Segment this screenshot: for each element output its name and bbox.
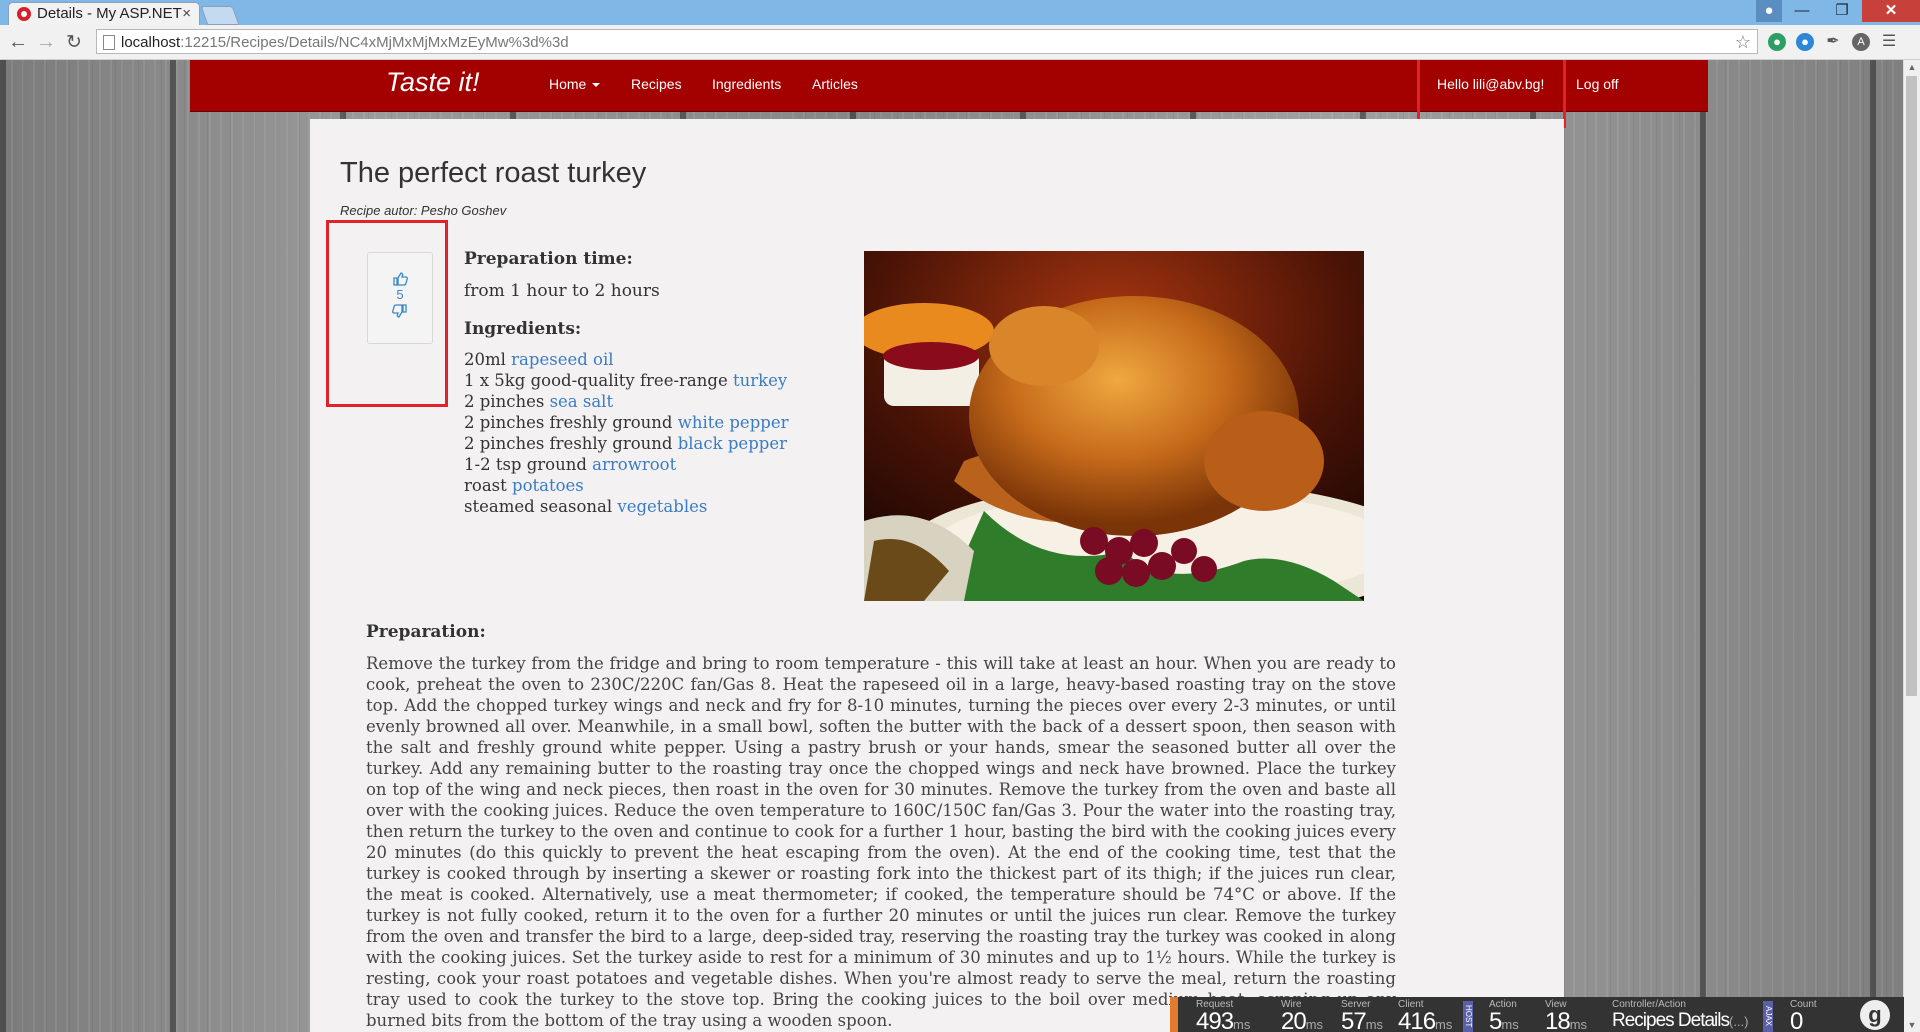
page-viewport: Taste it! Home Recipes Ingredients Artic… <box>0 60 1904 1032</box>
browser-toolbar: ← → ↻ localhost:12215/Recipes/Details/NC… <box>0 25 1920 60</box>
reload-icon[interactable]: ↻ <box>66 31 82 54</box>
glimpse-controller-label: Controller/Action <box>1612 999 1686 1010</box>
recipe-panel: The perfect roast turkey Recipe autor: P… <box>310 119 1564 1032</box>
glimpse-wire-value: 20 <box>1281 1008 1307 1032</box>
user-profile-icon[interactable]: ● <box>1756 0 1782 22</box>
greeting-highlight-box <box>1417 60 1566 128</box>
ingredient-item: 2 pinches freshly ground black pepper <box>464 433 834 454</box>
glimpse-controller-suffix: (...) <box>1729 1014 1749 1029</box>
recipe-photo <box>864 251 1364 601</box>
prep-time-value: from 1 hour to 2 hours <box>464 281 660 301</box>
ingredient-link[interactable]: turkey <box>733 371 787 390</box>
ingredient-item: roast potatoes <box>464 475 834 496</box>
ingredient-quantity: 2 pinches <box>464 392 550 411</box>
glimpse-view-value: 18 <box>1545 1008 1571 1032</box>
glimpse-action-value: 5 <box>1489 1008 1502 1032</box>
glimpse-action-unit: ms <box>1501 1017 1519 1032</box>
ingredient-link[interactable]: sea salt <box>550 392 614 411</box>
nav-articles[interactable]: Articles <box>812 76 858 92</box>
ingredient-link[interactable]: arrowroot <box>592 455 676 474</box>
glimpse-view-unit: ms <box>1569 1017 1588 1032</box>
ingredient-item: 2 pinches freshly ground white pepper <box>464 412 834 433</box>
prep-time-heading: Preparation time: <box>464 249 633 269</box>
preparation-text: Remove the turkey from the fridge and br… <box>366 654 1396 1030</box>
browser-tab[interactable]: Details - My ASP.NET × <box>8 2 200 25</box>
vote-highlight-box <box>326 220 448 407</box>
glimpse-client-unit: ms <box>1435 1017 1453 1032</box>
glimpse-accent <box>1170 997 1178 1032</box>
ingredient-link[interactable]: black pepper <box>678 434 787 453</box>
ingredient-link[interactable]: white pepper <box>678 413 789 432</box>
ingredient-quantity: steamed seasonal <box>464 497 618 516</box>
ingredient-quantity: 1 x 5kg good-quality free-range <box>464 371 733 390</box>
glimpse-host-tag: HOST <box>1463 1001 1473 1032</box>
recipe-author: Recipe autor: Pesho Goshev <box>340 203 507 218</box>
scroll-up-icon[interactable]: ▲ <box>1904 60 1920 74</box>
site-brand[interactable]: Taste it! <box>386 67 480 98</box>
glimpse-server-unit: ms <box>1365 1017 1384 1032</box>
glimpse-client-value: 416 <box>1398 1008 1436 1032</box>
bookmark-star-icon[interactable]: ☆ <box>1735 30 1751 55</box>
tab-title: Details - My ASP.NET <box>37 5 182 22</box>
address-bar[interactable]: localhost:12215/Recipes/Details/NC4xMjMx… <box>96 29 1758 54</box>
roast-turkey-image <box>864 251 1364 601</box>
browser-tabstrip: Details - My ASP.NET × ● — ❐ ✕ <box>0 0 1920 25</box>
ingredient-link[interactable]: vegetables <box>617 497 707 516</box>
glimpse-controller-value: Recipes Details <box>1612 1010 1730 1031</box>
ingredient-quantity: roast <box>464 476 513 495</box>
ingredients-list: 20ml rapeseed oil 1 x 5kg good-quality fr… <box>464 349 834 517</box>
minimize-icon[interactable]: — <box>1782 0 1822 22</box>
extension-eyedropper-icon[interactable]: ✒ <box>1824 33 1842 51</box>
nav-ingredients[interactable]: Ingredients <box>712 76 781 92</box>
close-window-icon[interactable]: ✕ <box>1862 0 1920 22</box>
scrollbar-thumb[interactable] <box>1906 76 1917 696</box>
ingredient-item: steamed seasonal vegetables <box>464 496 834 517</box>
glimpse-hud[interactable]: Request 493ms Wire 20ms Server 57ms Clie… <box>1170 997 1904 1032</box>
site-favicon-icon <box>17 7 31 21</box>
glimpse-ajax-tag: AJAX <box>1763 1001 1773 1032</box>
nav-logoff[interactable]: Log off <box>1576 76 1619 92</box>
back-icon[interactable]: ← <box>8 31 28 54</box>
ingredient-link[interactable]: potatoes <box>512 476 584 495</box>
ingredient-item: 1-2 tsp ground arrowroot <box>464 454 834 475</box>
preparation-heading: Preparation: <box>366 622 486 642</box>
extension-globe-icon[interactable]: ● <box>1768 33 1786 51</box>
nav-recipes[interactable]: Recipes <box>631 76 682 92</box>
new-tab-button[interactable] <box>200 6 240 25</box>
scroll-down-icon[interactable]: ▼ <box>1904 1018 1920 1032</box>
glimpse-wire-unit: ms <box>1305 1017 1324 1032</box>
glimpse-request-value: 493 <box>1196 1008 1234 1032</box>
url-host: localhost <box>121 34 181 51</box>
extension-angular-icon[interactable]: A <box>1852 33 1870 51</box>
menu-icon[interactable]: ☰ <box>1880 33 1898 51</box>
nav-home[interactable]: Home <box>549 76 601 92</box>
window-controls: ● — ❐ ✕ <box>1756 0 1920 25</box>
ingredient-quantity: 2 pinches freshly ground <box>464 413 678 432</box>
maximize-icon[interactable]: ❐ <box>1822 0 1862 22</box>
url-path: :12215/Recipes/Details/NC4xMjMxMjMxMzEyM… <box>180 34 569 51</box>
tab-close-icon[interactable]: × <box>182 3 191 25</box>
glimpse-count-value: 0 <box>1790 1008 1803 1032</box>
ingredient-item: 1 x 5kg good-quality free-range turkey <box>464 370 834 391</box>
recipe-title: The perfect roast turkey <box>340 157 647 189</box>
ingredient-item: 20ml rapeseed oil <box>464 349 834 370</box>
caret-down-icon <box>592 83 601 88</box>
ingredient-link[interactable]: rapeseed oil <box>511 350 613 369</box>
ingredient-item: 2 pinches sea salt <box>464 391 834 412</box>
ingredient-quantity: 2 pinches freshly ground <box>464 434 678 453</box>
glimpse-logo-icon[interactable]: g <box>1860 1000 1890 1030</box>
ingredients-heading: Ingredients: <box>464 319 582 339</box>
extension-blue-icon[interactable]: ● <box>1796 33 1814 51</box>
recipe-info: Preparation time: from 1 hour to 2 hours… <box>464 249 834 517</box>
ingredient-quantity: 1-2 tsp ground <box>464 455 593 474</box>
glimpse-server-value: 57 <box>1341 1008 1367 1032</box>
page-scrollbar[interactable]: ▲ ▼ <box>1903 60 1920 1032</box>
nav-home-label: Home <box>549 76 587 92</box>
forward-icon[interactable]: → <box>36 31 56 54</box>
page-icon <box>103 35 115 50</box>
ingredient-quantity: 20ml <box>464 350 512 369</box>
glimpse-request-unit: ms <box>1233 1017 1251 1032</box>
